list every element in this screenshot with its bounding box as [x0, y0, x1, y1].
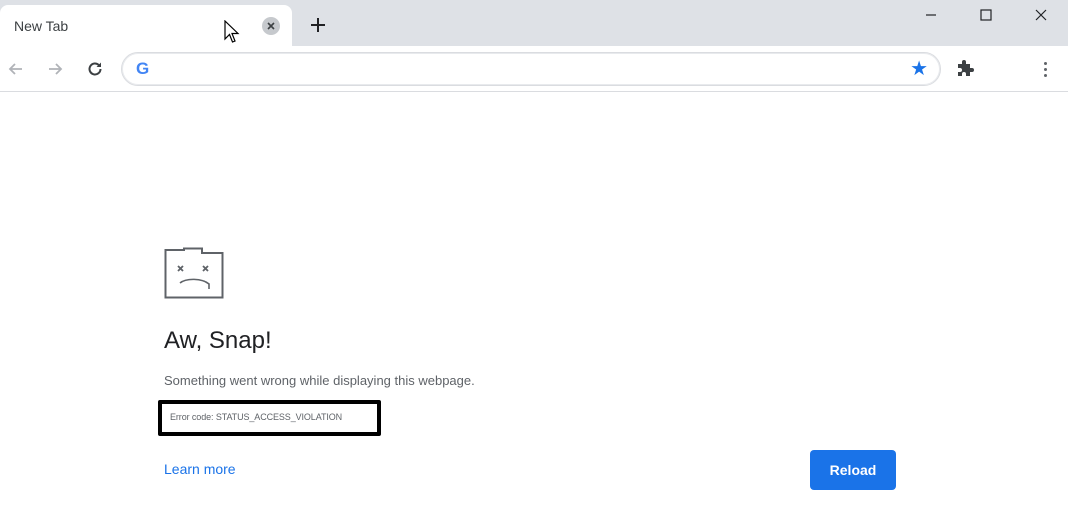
tab-title: New Tab — [14, 18, 69, 34]
error-code-highlight: Error code: STATUS_ACCESS_VIOLATION — [158, 400, 381, 436]
minimize-icon — [925, 14, 936, 16]
error-code: Error code: STATUS_ACCESS_VIOLATION — [170, 412, 343, 422]
learn-more-link[interactable]: Learn more — [164, 461, 236, 477]
close-icon — [267, 22, 275, 30]
window-controls — [903, 0, 1068, 30]
error-message: Something went wrong while displaying th… — [164, 373, 475, 388]
arrow-right-icon — [49, 63, 63, 75]
tab-close-button[interactable] — [262, 17, 280, 35]
tab-strip: New Tab — [0, 0, 1068, 46]
page-title: Aw, Snap! — [164, 327, 272, 354]
extensions-button[interactable] — [954, 57, 980, 81]
toolbar: G ★ — [0, 46, 1068, 92]
kebab-menu-icon[interactable] — [1035, 57, 1055, 81]
reload-icon — [88, 62, 102, 76]
reload-toolbar-button[interactable] — [81, 55, 109, 83]
forward-button[interactable] — [41, 55, 69, 83]
maximize-button[interactable] — [958, 0, 1013, 30]
mouse-cursor-icon — [224, 20, 240, 43]
google-icon: G — [136, 59, 150, 78]
plus-icon — [311, 18, 325, 32]
error-page: Aw, Snap! Something went wrong while dis… — [0, 92, 1068, 513]
back-button[interactable] — [2, 55, 30, 83]
close-icon — [1035, 9, 1046, 21]
tab-new-tab[interactable]: New Tab — [0, 5, 292, 46]
puzzle-icon — [958, 60, 974, 76]
new-tab-button[interactable] — [305, 12, 331, 38]
sad-tab-icon — [164, 247, 224, 299]
star-icon[interactable]: ★ — [910, 58, 928, 80]
reload-button[interactable]: Reload — [810, 450, 896, 490]
maximize-icon — [979, 9, 992, 21]
browser-window: New Tab G ★ Aw, Snap! Something went wro… — [0, 0, 1068, 513]
close-window-button[interactable] — [1013, 0, 1068, 30]
arrow-left-icon — [8, 63, 22, 75]
address-bar[interactable]: G ★ — [121, 52, 941, 86]
minimize-button[interactable] — [903, 0, 958, 30]
